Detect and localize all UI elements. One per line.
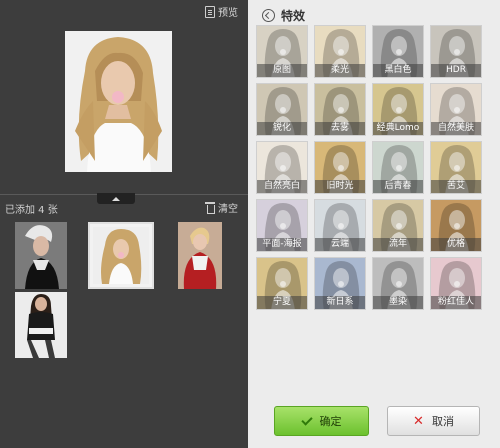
effect-label: 原图 [257, 64, 307, 77]
effect-label: 柔光 [315, 64, 365, 77]
effect-tile[interactable]: 宁夏 [256, 257, 308, 310]
effect-tile[interactable]: 云端 [314, 199, 366, 252]
effect-tile[interactable]: 流年 [372, 199, 424, 252]
thumbnail-image [15, 292, 67, 358]
trash-icon [205, 202, 215, 214]
effect-label: 苦艾 [431, 180, 481, 193]
effect-tile[interactable]: 去雾 [314, 83, 366, 136]
collapse-toggle[interactable] [97, 193, 135, 204]
effect-tile[interactable]: 平面-海报 [256, 199, 308, 252]
effect-tile[interactable]: 苦艾 [430, 141, 482, 194]
document-icon [205, 5, 215, 18]
effect-tile[interactable]: HDR [430, 25, 482, 78]
thumbnail-image [93, 227, 149, 284]
effect-label: 后青春 [373, 180, 423, 193]
thumbnail-image [178, 222, 222, 289]
effect-label: 经典Lomo [373, 122, 423, 135]
effect-tile[interactable]: 原图 [256, 25, 308, 78]
effects-header: 特效 [262, 7, 305, 24]
back-arrow-icon[interactable] [262, 9, 275, 22]
effect-tile[interactable]: 旧时光 [314, 141, 366, 194]
effect-label: 流年 [373, 238, 423, 251]
effect-label: 自然亮白 [257, 180, 307, 193]
check-icon [300, 413, 313, 426]
effect-tile[interactable]: 自然美肤 [430, 83, 482, 136]
effects-panel: 特效 原图 柔光 黑白色 HDR 锐化 去雾 经典Lomo 自然美肤自然亮白 旧时光 后青春 苦艾平… [248, 0, 500, 448]
effect-tile[interactable]: 经典Lomo [372, 83, 424, 136]
photo-panel: 预览 已添加 4 张 清空 [0, 0, 248, 448]
close-icon: ✕ [413, 413, 424, 429]
effect-label: 黑白色 [373, 64, 423, 77]
confirm-button[interactable]: 确定 [274, 406, 369, 436]
effect-label: 旧时光 [315, 180, 365, 193]
effect-tile[interactable]: 柔光 [314, 25, 366, 78]
photo-thumbnail-selected[interactable] [88, 222, 154, 289]
effect-label: 锐化 [257, 122, 307, 135]
preview-button[interactable]: 预览 [205, 4, 238, 19]
photo-thumbnail[interactable] [178, 222, 222, 289]
effect-tile[interactable]: 优格 [430, 199, 482, 252]
main-photo-image [65, 31, 172, 172]
effect-tile[interactable]: 黑白色 [372, 25, 424, 78]
effect-tile[interactable]: 自然亮白 [256, 141, 308, 194]
clear-button[interactable]: 清空 [205, 200, 238, 215]
effect-label: 粉红佳人 [431, 296, 481, 309]
effect-label: 新日系 [315, 296, 365, 309]
cancel-label: 取消 [431, 415, 454, 428]
effect-label: 优格 [431, 238, 481, 251]
effect-label: 自然美肤 [431, 122, 481, 135]
effects-title: 特效 [281, 9, 306, 23]
effect-label: 去雾 [315, 122, 365, 135]
photo-thumbnail[interactable] [15, 292, 67, 358]
preview-label: 预览 [218, 8, 238, 19]
effect-label: HDR [431, 64, 481, 77]
effect-label: 云端 [315, 238, 365, 251]
effect-label: 平面-海报 [257, 238, 307, 251]
effect-label: 宁夏 [257, 296, 307, 309]
effect-tile[interactable]: 墨染 [372, 257, 424, 310]
clear-label: 清空 [218, 204, 238, 215]
confirm-label: 确定 [319, 415, 342, 428]
thumbnail-image [15, 222, 67, 289]
effects-grid: 原图 柔光 黑白色 HDR 锐化 去雾 经典Lomo 自然美肤自然亮白 旧时光 后青春 苦艾平面-海… [256, 25, 492, 310]
effect-label: 墨染 [373, 296, 423, 309]
triangle-up-icon [112, 196, 120, 201]
main-photo-preview [65, 31, 172, 172]
cancel-button[interactable]: ✕ 取消 [387, 406, 480, 436]
effect-tile[interactable]: 锐化 [256, 83, 308, 136]
effect-tile[interactable]: 后青春 [372, 141, 424, 194]
effect-tile[interactable]: 新日系 [314, 257, 366, 310]
effect-tile[interactable]: 粉红佳人 [430, 257, 482, 310]
photo-thumbnail[interactable] [15, 222, 67, 289]
added-count-text: 已添加 4 张 [5, 205, 58, 216]
